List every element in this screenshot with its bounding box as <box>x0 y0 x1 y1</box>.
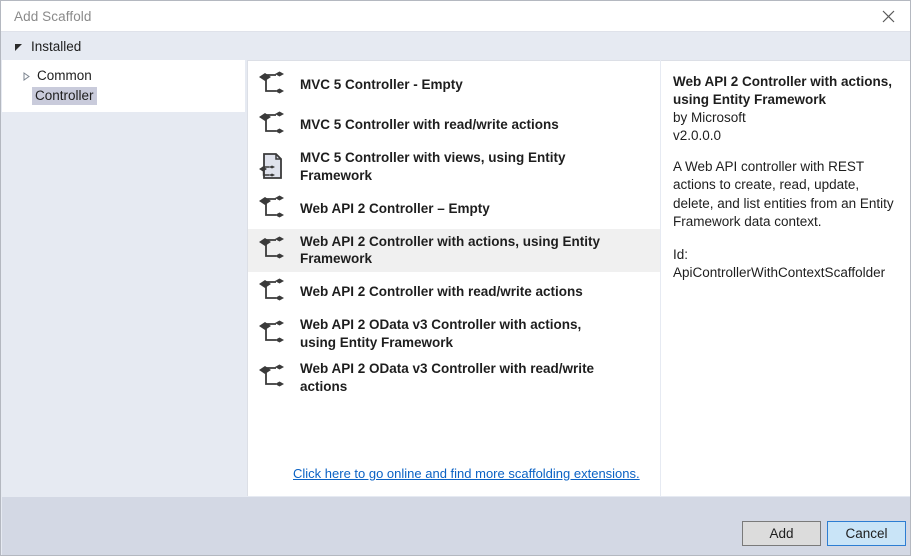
list-item[interactable]: MVC 5 Controller with views, using Entit… <box>248 145 660 189</box>
tree-item-label: Controller <box>32 87 97 105</box>
tree-item-label: Common <box>37 68 92 83</box>
list-item-label: MVC 5 Controller - Empty <box>300 77 463 93</box>
details-version: v2.0.0.0 <box>673 127 722 143</box>
list-item[interactable]: MVC 5 Controller - Empty <box>248 65 660 105</box>
cancel-button[interactable]: Cancel <box>827 521 906 546</box>
tree-item-common[interactable]: Common <box>2 66 245 86</box>
details-description: A Web API controller with REST actions t… <box>673 158 894 229</box>
details-id: Id: ApiControllerWithContextScaffolder <box>673 247 886 281</box>
triangle-expanded-icon <box>13 41 23 51</box>
window-title: Add Scaffold <box>14 9 92 24</box>
list-item-label: Web API 2 Controller with read/write act… <box>300 284 583 300</box>
list-item[interactable]: MVC 5 Controller with read/write actions <box>248 105 660 145</box>
scaffold-node-icon <box>256 234 288 266</box>
scaffold-node-icon <box>256 109 288 141</box>
list-item[interactable]: Web API 2 Controller with read/write act… <box>248 272 660 312</box>
list-item-label: Web API 2 Controller with actions, using… <box>300 233 601 267</box>
list-item[interactable]: Web API 2 OData v3 Controller with actio… <box>248 312 660 356</box>
add-scaffold-dialog: Add Scaffold Installed Common Controller… <box>0 0 911 556</box>
title-bar: Add Scaffold <box>1 1 910 32</box>
details-panel: Web API 2 Controller with actions, using… <box>661 60 910 496</box>
list-item[interactable]: Web API 2 Controller – Empty <box>248 189 660 229</box>
scaffold-node-icon <box>256 276 288 308</box>
scaffold-node-icon <box>256 69 288 101</box>
close-icon <box>882 10 895 23</box>
category-tree-panel: Common Controller <box>2 60 245 112</box>
list-item-label: Web API 2 Controller – Empty <box>300 200 490 216</box>
scaffold-node-icon <box>256 318 288 350</box>
scaffolding-extensions-link[interactable]: Click here to go online and find more sc… <box>293 466 640 481</box>
details-author: by Microsoft <box>673 109 746 125</box>
scaffold-node-icon <box>256 193 288 225</box>
list-item[interactable]: Web API 2 OData v3 Controller with read/… <box>248 356 660 400</box>
add-button[interactable]: Add <box>742 521 821 546</box>
details-title: Web API 2 Controller with actions, using… <box>673 74 893 107</box>
scaffold-list-panel[interactable]: MVC 5 Controller - Empty MVC 5 Controlle… <box>247 60 660 496</box>
installed-header-label: Installed <box>31 38 82 54</box>
list-item-selected[interactable]: Web API 2 Controller with actions, using… <box>248 228 660 273</box>
list-item-label: MVC 5 Controller with views, using Entit… <box>300 150 566 183</box>
list-item-label: Web API 2 OData v3 Controller with read/… <box>300 360 595 394</box>
list-item-label: Web API 2 OData v3 Controller with actio… <box>300 317 582 351</box>
installed-header[interactable]: Installed <box>1 32 910 60</box>
tree-item-controller[interactable]: Controller <box>2 86 245 106</box>
triangle-collapsed-icon[interactable] <box>20 70 32 82</box>
close-button[interactable] <box>866 1 910 31</box>
list-item-label: MVC 5 Controller with read/write actions <box>300 117 559 133</box>
scaffold-page-icon <box>256 151 288 183</box>
extension-link-container: Click here to go online and find more sc… <box>248 466 660 481</box>
scaffold-node-icon <box>256 362 288 394</box>
dialog-footer: Add Cancel <box>2 497 910 555</box>
